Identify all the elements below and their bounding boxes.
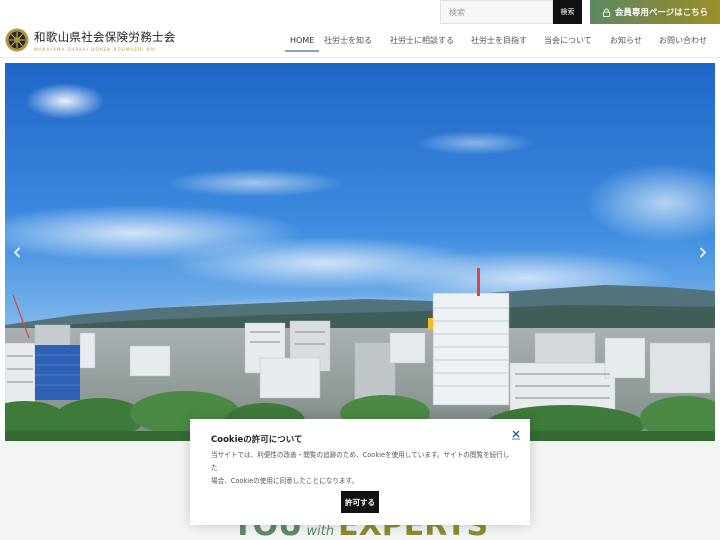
- header-divider: [0, 57, 720, 58]
- close-icon[interactable]: [510, 428, 522, 440]
- lock-icon: [602, 7, 610, 17]
- slider-next-button[interactable]: [695, 243, 711, 261]
- nav-active-indicator: [285, 50, 320, 52]
- hero-image: [5, 63, 715, 441]
- chevron-left-icon: [13, 246, 21, 258]
- cookie-accept-button[interactable]: 許可する: [341, 491, 379, 513]
- tagline-with: with: [306, 524, 335, 539]
- main-navigation: HOME 社労士を知る 社労士に相談する 社労士を目指す 当会について お知らせ…: [0, 30, 720, 52]
- slider-prev-button[interactable]: [9, 243, 25, 261]
- top-utility-bar: 検索 会員専用ページはこちら: [0, 0, 720, 24]
- cookie-message-line: 場合、Cookieの使用に同意したことになります。: [211, 477, 358, 485]
- nav-about-sharoushi[interactable]: 社労士を知る: [324, 30, 372, 52]
- hero-slider[interactable]: [5, 63, 715, 441]
- member-page-button[interactable]: 会員専用ページはこちら: [590, 0, 720, 24]
- nav-about-association[interactable]: 当会について: [544, 30, 592, 52]
- search-button[interactable]: 検索: [553, 0, 582, 24]
- cookie-message: 当サイトでは、利便性の改善・閲覧の追跡のため、Cookieを使用しています。サイ…: [211, 449, 511, 488]
- member-page-label: 会員専用ページはこちら: [614, 8, 709, 18]
- chevron-right-icon: [699, 246, 707, 258]
- cookie-title: Cookieの許可について: [211, 435, 303, 445]
- nav-consult[interactable]: 社労士に相談する: [390, 30, 454, 52]
- nav-contact[interactable]: お問い合わせ: [659, 30, 707, 52]
- nav-home[interactable]: HOME: [285, 30, 320, 52]
- search-input[interactable]: [440, 0, 553, 24]
- cookie-message-line: 当サイトでは、利便性の改善・閲覧の追跡のため、Cookieを使用しています。サイ…: [211, 451, 510, 472]
- cookie-consent-dialog: Cookieの許可について 当サイトでは、利便性の改善・閲覧の追跡のため、Coo…: [190, 419, 530, 525]
- nav-become[interactable]: 社労士を目指す: [471, 30, 527, 52]
- nav-label: HOME: [290, 36, 315, 45]
- nav-news[interactable]: お知らせ: [610, 30, 642, 52]
